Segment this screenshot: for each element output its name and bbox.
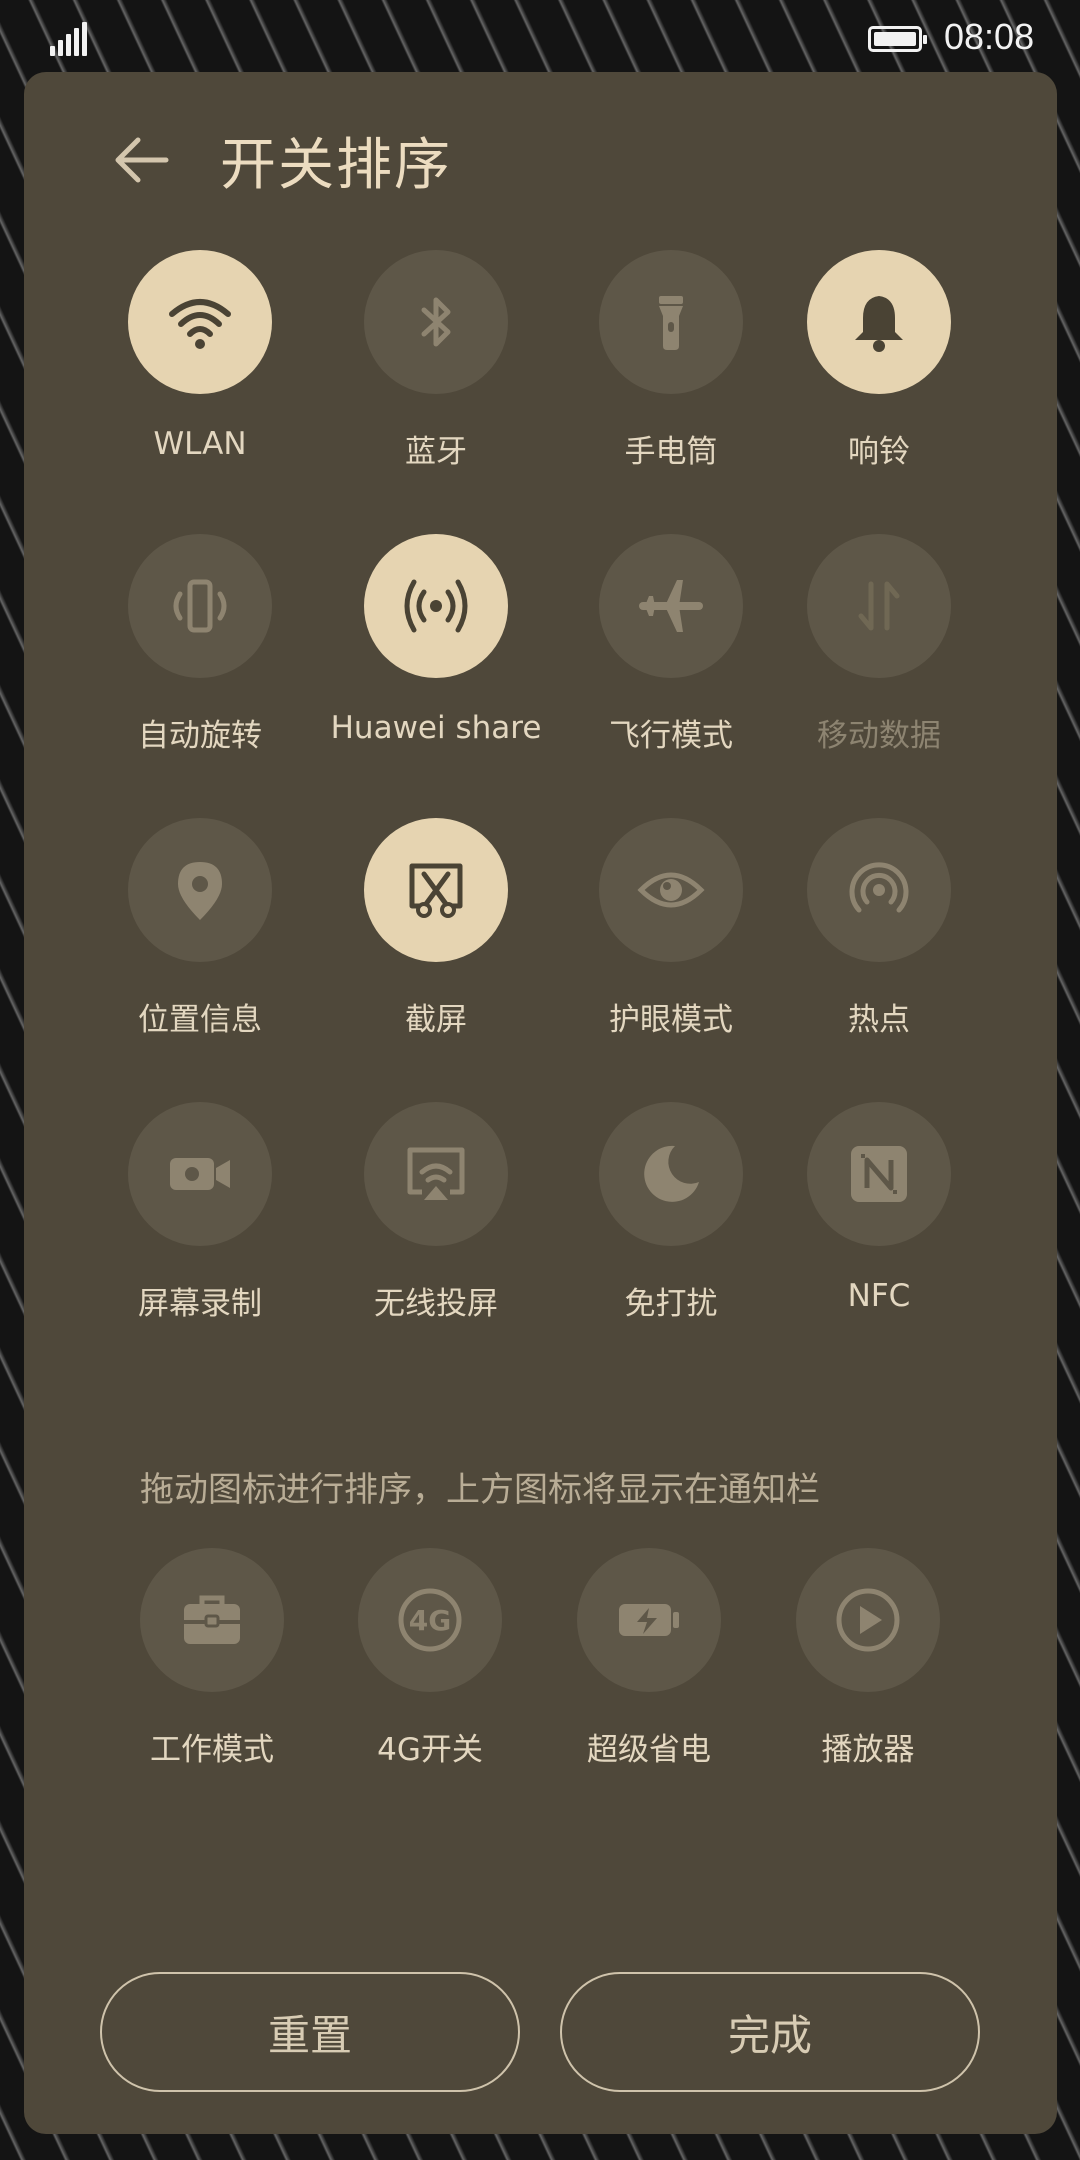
toggle-eye-comfort[interactable]: 护眼模式 xyxy=(561,818,781,1048)
play-icon xyxy=(836,1588,900,1652)
toggle-ring[interactable]: 响铃 xyxy=(769,250,989,480)
location-icon xyxy=(178,862,222,920)
svg-text:4G: 4G xyxy=(409,1604,451,1637)
auto-rotate-icon xyxy=(173,579,227,633)
toggle-label: WLAN xyxy=(153,426,247,462)
toggle-4g[interactable]: 4G 4G开关 xyxy=(320,1548,540,1778)
toggle-wlan[interactable]: WLAN xyxy=(90,250,310,480)
header: 开关排序 xyxy=(24,72,1057,242)
toggle-label: Huawei share xyxy=(330,710,542,746)
toggle-label: 无线投屏 xyxy=(374,1286,498,1322)
toggle-mobile-data[interactable]: 移动数据 xyxy=(769,534,989,764)
toggle-bluetooth[interactable]: 蓝牙 xyxy=(326,250,546,480)
back-arrow-icon[interactable] xyxy=(110,128,174,192)
toggle-label: 屏幕录制 xyxy=(138,1286,262,1322)
battery-icon xyxy=(868,26,927,52)
toggle-airplane[interactable]: 飞行模式 xyxy=(561,534,781,764)
airplane-icon xyxy=(639,580,703,632)
toggle-wireless-projection[interactable]: 无线投屏 xyxy=(326,1102,546,1332)
toggle-ultra-power-saving[interactable]: 超级省电 xyxy=(539,1548,759,1778)
wifi-icon xyxy=(169,299,231,349)
bluetooth-icon xyxy=(421,297,451,347)
battery-saver-icon xyxy=(619,1604,679,1636)
toggle-flashlight[interactable]: 手电筒 xyxy=(561,250,781,480)
toggle-label: 移动数据 xyxy=(817,718,941,754)
reset-button[interactable]: 重置 xyxy=(100,1972,520,2092)
moon-icon xyxy=(644,1145,699,1202)
toggle-player[interactable]: 播放器 xyxy=(758,1548,978,1778)
switch-sort-panel: 开关排序 WLAN 蓝牙 手电筒 响铃 自动旋转 Huawei share 飞行… xyxy=(24,72,1057,2134)
toggle-label: 位置信息 xyxy=(138,1002,262,1038)
huawei-share-icon xyxy=(404,579,468,633)
toggle-hotspot[interactable]: 热点 xyxy=(769,818,989,1048)
toggle-label: 截屏 xyxy=(405,1002,467,1038)
toggle-label: 响铃 xyxy=(848,434,910,470)
hotspot-icon xyxy=(849,862,909,913)
sort-hint: 拖动图标进行排序，上方图标将显示在通知栏 xyxy=(140,1470,820,1510)
toggle-label: NFC xyxy=(847,1278,911,1314)
screenshot-icon xyxy=(409,863,463,918)
toggle-label: 蓝牙 xyxy=(405,434,467,470)
bell-icon xyxy=(855,296,903,352)
mobile-data-icon xyxy=(858,581,900,631)
signal-icon xyxy=(50,22,87,56)
page-title: 开关排序 xyxy=(220,133,452,198)
toggle-screen-record[interactable]: 屏幕录制 xyxy=(90,1102,310,1332)
toggle-screenshot[interactable]: 截屏 xyxy=(326,818,546,1048)
toggle-nfc[interactable]: NFC xyxy=(769,1102,989,1332)
toggle-work-mode[interactable]: 工作模式 xyxy=(102,1548,322,1778)
toggle-location[interactable]: 位置信息 xyxy=(90,818,310,1048)
eye-icon xyxy=(637,872,705,908)
toggle-auto-rotate[interactable]: 自动旋转 xyxy=(90,534,310,764)
4g-icon: 4G xyxy=(398,1588,462,1652)
clock: 08:08 xyxy=(944,16,1035,57)
screen-record-icon xyxy=(170,1158,230,1190)
toggle-label: 播放器 xyxy=(821,1732,915,1768)
toggle-label: 自动旋转 xyxy=(138,718,262,754)
toggle-do-not-disturb[interactable]: 免打扰 xyxy=(561,1102,781,1332)
nfc-icon xyxy=(851,1146,907,1202)
done-button[interactable]: 完成 xyxy=(560,1972,980,2092)
cast-icon xyxy=(407,1147,465,1200)
flashlight-icon xyxy=(659,296,683,350)
toggle-huawei-share[interactable]: Huawei share xyxy=(326,534,546,764)
briefcase-icon xyxy=(184,1595,240,1644)
toggle-label: 热点 xyxy=(848,1002,910,1038)
status-bar: 08:08 xyxy=(0,0,1080,76)
